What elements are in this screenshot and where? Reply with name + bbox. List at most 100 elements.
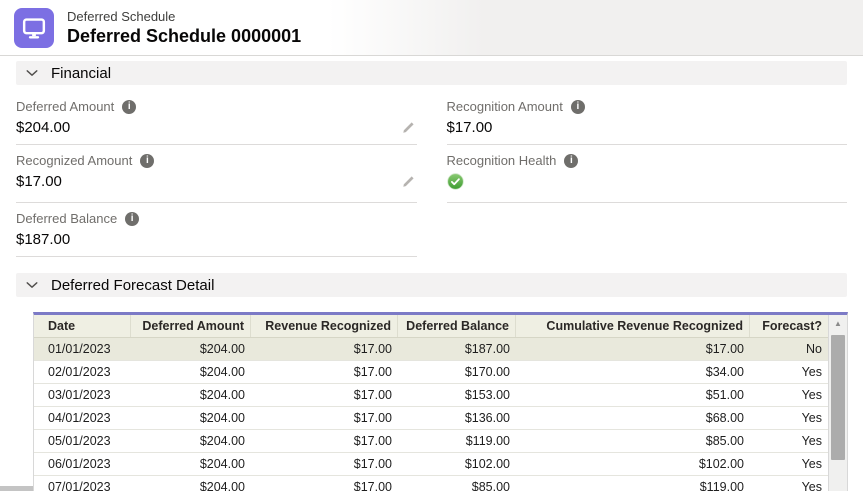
column-header-revenue-recognized[interactable]: Revenue Recognized [251,315,398,337]
field-label: Deferred Amount [16,100,114,114]
page-title: Deferred Schedule 0000001 [67,25,301,47]
table-cell: $204.00 [131,384,251,406]
column-header-forecast[interactable]: Forecast? [750,315,828,337]
field-label-row: Deferred Amount i [16,100,417,114]
table-row[interactable]: 02/01/2023$204.00$17.00$170.00$34.00Yes [34,361,828,384]
desktop-icon [14,8,54,48]
field-value: $17.00 [16,173,62,191]
table-cell: Yes [750,407,828,429]
table-cell: $204.00 [131,430,251,452]
success-check-icon [447,173,464,195]
table-cell: $204.00 [131,407,251,429]
table-row[interactable]: 06/01/2023$204.00$17.00$102.00$102.00Yes [34,453,828,476]
scrollbar-thumb[interactable] [831,335,845,460]
table-cell: $17.00 [516,338,750,360]
section-title-forecast: Deferred Forecast Detail [51,277,214,294]
field-label-row: Recognition Health i [447,154,848,168]
field-value-row [447,173,848,195]
info-icon[interactable]: i [140,154,154,168]
record-page: Deferred Schedule Deferred Schedule 0000… [0,0,863,491]
field-label: Recognized Amount [16,154,132,168]
table-cell: $153.00 [398,384,516,406]
financial-section-header[interactable]: Financial [16,61,847,85]
table-row[interactable]: 01/01/2023$204.00$17.00$187.00$17.00No [34,338,828,361]
record-header: Deferred Schedule Deferred Schedule 0000… [0,0,863,56]
table-cell: Yes [750,453,828,475]
table-cell: $102.00 [516,453,750,475]
table-cell: $17.00 [251,407,398,429]
field-label-row: Deferred Balance i [16,212,417,226]
field-value: $187.00 [16,231,70,249]
table-cell: 07/01/2023 [34,476,131,491]
table-cell: 03/01/2023 [34,384,131,406]
table-cell: $102.00 [398,453,516,475]
table-header-row: DateDeferred AmountRevenue RecognizedDef… [34,315,828,338]
field-recognized-amount: Recognized Amount i $17.00 [16,145,417,203]
scroll-up-arrow[interactable]: ▲ [829,318,847,330]
table-cell: $119.00 [516,476,750,491]
info-icon[interactable]: i [125,212,139,226]
table-cell: $17.00 [251,361,398,383]
table-cell: $136.00 [398,407,516,429]
table-cell: $17.00 [251,338,398,360]
column-header-cumulative-revenue-recognized[interactable]: Cumulative Revenue Recognized [516,315,750,337]
forecast-table: DateDeferred AmountRevenue RecognizedDef… [33,312,848,491]
table-cell: $85.00 [398,476,516,491]
info-icon[interactable]: i [122,100,136,114]
table-cell: $17.00 [251,476,398,491]
field-label-row: Recognized Amount i [16,154,417,168]
field-label-row: Recognition Amount i [447,100,848,114]
table-row[interactable]: 03/01/2023$204.00$17.00$153.00$51.00Yes [34,384,828,407]
forecast-section-header[interactable]: Deferred Forecast Detail [16,273,847,297]
table-row[interactable]: 07/01/2023$204.00$17.00$85.00$119.00Yes [34,476,828,491]
field-value-row: $17.00 [16,173,417,191]
info-icon[interactable]: i [571,100,585,114]
column-header-date[interactable]: Date [34,315,131,337]
table-cell: $68.00 [516,407,750,429]
field-deferred-amount: Deferred Amount i $204.00 [16,91,417,145]
table-cell: $187.00 [398,338,516,360]
table-row[interactable]: 04/01/2023$204.00$17.00$136.00$68.00Yes [34,407,828,430]
field-value: $17.00 [447,119,493,137]
table-cell: 04/01/2023 [34,407,131,429]
table-cell: 05/01/2023 [34,430,131,452]
financial-fields: Deferred Amount i $204.00 Recognition Amoun… [16,85,847,257]
bottom-edge-fragment [0,486,33,491]
chevron-down-icon [25,278,39,292]
table-cell: Yes [750,384,828,406]
field-deferred-balance: Deferred Balance i $187.00 [16,203,417,257]
table-cell: $204.00 [131,453,251,475]
table-row[interactable]: 05/01/2023$204.00$17.00$119.00$85.00Yes [34,430,828,453]
table-cell: $17.00 [251,384,398,406]
field-label: Deferred Balance [16,212,117,226]
edit-pencil-icon[interactable] [401,175,415,189]
table-scrollbar[interactable]: ▲ [828,315,847,491]
info-icon[interactable]: i [564,154,578,168]
section-title-financial: Financial [51,65,111,82]
table-cell: $204.00 [131,338,251,360]
field-recognition-amount: Recognition Amount i $17.00 [447,91,848,145]
field-label: Recognition Health [447,154,557,168]
chevron-down-icon [25,66,39,80]
table-cell: 06/01/2023 [34,453,131,475]
table-cell: $51.00 [516,384,750,406]
table-cell: $204.00 [131,476,251,491]
field-value-row: $204.00 [16,119,417,137]
table-cell: $119.00 [398,430,516,452]
table-cell: $85.00 [516,430,750,452]
table-cell: $204.00 [131,361,251,383]
table-cell: $17.00 [251,430,398,452]
title-block: Deferred Schedule Deferred Schedule 0000… [67,9,301,47]
edit-pencil-icon[interactable] [401,121,415,135]
table-cell: Yes [750,361,828,383]
object-label: Deferred Schedule [67,9,301,25]
field-value-row: $187.00 [16,231,417,249]
table-cell: $170.00 [398,361,516,383]
column-header-deferred-amount[interactable]: Deferred Amount [131,315,251,337]
table-cell: Yes [750,430,828,452]
column-header-deferred-balance[interactable]: Deferred Balance [398,315,516,337]
field-label: Recognition Amount [447,100,563,114]
table-cell: 01/01/2023 [34,338,131,360]
forecast-table-grid: DateDeferred AmountRevenue RecognizedDef… [34,315,828,491]
field-value: $204.00 [16,119,70,137]
